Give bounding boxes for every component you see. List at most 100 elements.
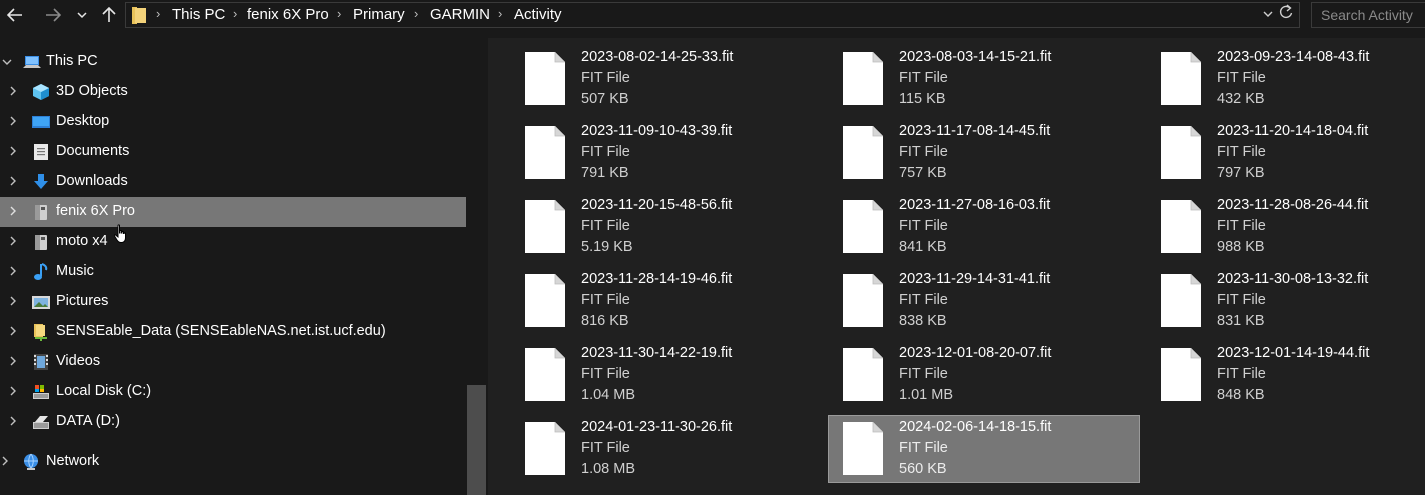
nav-item-local-disk-c[interactable]: Local Disk (C:): [0, 377, 466, 407]
nav-item-network[interactable]: Network: [0, 447, 466, 477]
file-tile[interactable]: 2023-12-01-14-19-44.fit FIT File 848 KB: [1124, 342, 1425, 408]
forward-button[interactable]: [40, 0, 66, 30]
file-tile[interactable]: 2023-12-01-08-20-07.fit FIT File 1.01 MB: [806, 342, 1118, 408]
navigation-pane: This PC 3D Objects Desktop Documents Dow…: [0, 38, 486, 495]
nav-item-fenix-6x-pro[interactable]: fenix 6X Pro: [0, 197, 466, 227]
nav-item-pictures[interactable]: Pictures: [0, 287, 466, 317]
breadcrumb-garmin[interactable]: GARMIN: [430, 6, 490, 23]
file-icon: [843, 200, 883, 253]
up-button[interactable]: [96, 0, 122, 30]
nav-item-music[interactable]: Music: [0, 257, 466, 287]
refresh-icon[interactable]: [1279, 4, 1293, 25]
file-tile[interactable]: 2023-11-30-14-22-19.fit FIT File 1.04 MB: [488, 342, 800, 408]
nav-item-documents[interactable]: Documents: [0, 137, 466, 167]
file-icon: [1161, 126, 1201, 179]
file-tile[interactable]: 2023-11-09-10-43-39.fit FIT File 791 KB: [488, 120, 800, 186]
chevron-right-icon[interactable]: [2, 455, 9, 469]
nav-item-moto-x4[interactable]: moto x4: [0, 227, 466, 257]
nav-label: SENSEable_Data (SENSEableNAS.net.ist.ucf…: [56, 323, 386, 339]
chevron-right-icon[interactable]: [10, 175, 17, 189]
file-tile[interactable]: 2023-09-23-14-08-43.fit FIT File 432 KB: [1124, 46, 1425, 112]
chevron-right-icon[interactable]: [10, 145, 17, 159]
chevron-right-icon[interactable]: [10, 385, 17, 399]
chevron-right-icon[interactable]: [10, 415, 17, 429]
file-size: 5.19 KB: [581, 239, 633, 255]
file-size: 560 KB: [899, 461, 947, 477]
file-name: 2023-11-28-14-19-46.fit: [581, 271, 733, 287]
file-type: FIT File: [899, 144, 948, 160]
file-tile[interactable]: 2023-11-28-14-19-46.fit FIT File 816 KB: [488, 268, 800, 334]
file-name: 2023-11-09-10-43-39.fit: [581, 123, 733, 139]
breadcrumb-primary[interactable]: Primary: [353, 6, 405, 23]
chevron-down-icon[interactable]: [2, 55, 12, 69]
address-dropdown-icon[interactable]: [1263, 6, 1273, 21]
nav-item-videos[interactable]: Videos: [0, 347, 466, 377]
nav-item-3d-objects[interactable]: 3D Objects: [0, 77, 466, 107]
file-icon: [525, 274, 565, 327]
breadcrumb-this-pc[interactable]: This PC: [172, 6, 225, 23]
chevron-right-icon[interactable]: [10, 295, 17, 309]
file-tile[interactable]: 2024-01-23-11-30-26.fit FIT File 1.08 MB: [488, 416, 800, 482]
recent-locations-button[interactable]: [72, 0, 92, 30]
file-size: 831 KB: [1217, 313, 1265, 329]
chevron-right-icon[interactable]: [10, 235, 17, 249]
breadcrumb-separator-icon: ›: [498, 6, 503, 21]
file-icon: [525, 200, 565, 253]
nav-label: DATA (D:): [56, 413, 120, 429]
folder-icon: [132, 7, 146, 24]
desktop-icon: [32, 116, 50, 128]
network-drive-icon: [34, 324, 47, 341]
search-box[interactable]: Search Activity: [1311, 2, 1425, 28]
file-size: 848 KB: [1217, 387, 1265, 403]
chevron-right-icon[interactable]: [10, 205, 17, 219]
breadcrumb-separator-icon: ›: [156, 6, 161, 21]
breadcrumb-separator-icon: ›: [233, 6, 238, 21]
chevron-right-icon[interactable]: [10, 115, 17, 129]
file-tile[interactable]: 2023-11-30-08-13-32.fit FIT File 831 KB: [1124, 268, 1425, 334]
file-icon: [843, 422, 883, 475]
nav-label: Desktop: [56, 113, 110, 129]
chevron-right-icon[interactable]: [10, 85, 17, 99]
nav-label: This PC: [46, 53, 98, 69]
file-tile[interactable]: 2024-02-06-14-18-15.fit FIT File 560 KB: [828, 415, 1140, 483]
file-size: 507 KB: [581, 91, 629, 107]
nav-item-downloads[interactable]: Downloads: [0, 167, 466, 197]
file-type: FIT File: [1217, 366, 1266, 382]
file-type: FIT File: [581, 440, 630, 456]
file-tile[interactable]: 2023-11-28-08-26-44.fit FIT File 988 KB: [1124, 194, 1425, 260]
breadcrumb-device[interactable]: fenix 6X Pro: [247, 6, 329, 23]
nav-label: fenix 6X Pro: [56, 203, 135, 219]
pictures-icon: [32, 296, 50, 309]
file-tile[interactable]: 2023-08-03-14-15-21.fit FIT File 115 KB: [806, 46, 1118, 112]
search-input[interactable]: Search Activity: [1321, 7, 1413, 23]
nav-item-data-d[interactable]: DATA (D:): [0, 407, 466, 437]
file-tile[interactable]: 2023-11-27-08-16-03.fit FIT File 841 KB: [806, 194, 1118, 260]
file-tile[interactable]: 2023-11-29-14-31-41.fit FIT File 838 KB: [806, 268, 1118, 334]
breadcrumb-activity[interactable]: Activity: [514, 6, 562, 23]
network-icon: [24, 453, 38, 470]
file-tile[interactable]: 2023-11-17-08-14-45.fit FIT File 757 KB: [806, 120, 1118, 186]
chevron-right-icon[interactable]: [10, 325, 17, 339]
file-icon: [525, 52, 565, 105]
nav-label: moto x4: [56, 233, 108, 249]
file-icon: [1161, 348, 1201, 401]
nav-item-senseable-data[interactable]: SENSEable_Data (SENSEableNAS.net.ist.ucf…: [0, 317, 466, 347]
nav-label: Downloads: [56, 173, 128, 189]
music-icon: [34, 263, 48, 280]
file-tile[interactable]: 2023-11-20-15-48-56.fit FIT File 5.19 KB: [488, 194, 800, 260]
nav-item-desktop[interactable]: Desktop: [0, 107, 466, 137]
file-name: 2023-08-03-14-15-21.fit: [899, 49, 1052, 65]
nav-item-this-pc[interactable]: This PC: [0, 47, 466, 77]
computer-icon: [23, 56, 41, 68]
back-button[interactable]: [2, 0, 28, 30]
file-name: 2024-02-06-14-18-15.fit: [899, 419, 1052, 435]
address-bar[interactable]: › This PC › fenix 6X Pro › Primary › GAR…: [125, 2, 1300, 28]
nav-scrollbar-thumb[interactable]: [467, 385, 486, 495]
file-tile[interactable]: 2023-11-20-14-18-04.fit FIT File 797 KB: [1124, 120, 1425, 186]
file-name: 2023-11-28-08-26-44.fit: [1217, 197, 1369, 213]
file-tile[interactable]: 2023-08-02-14-25-33.fit FIT File 507 KB: [488, 46, 800, 112]
chevron-right-icon[interactable]: [10, 355, 17, 369]
hand-cursor-icon: [113, 224, 126, 243]
file-icon: [525, 422, 565, 475]
chevron-right-icon[interactable]: [10, 265, 17, 279]
